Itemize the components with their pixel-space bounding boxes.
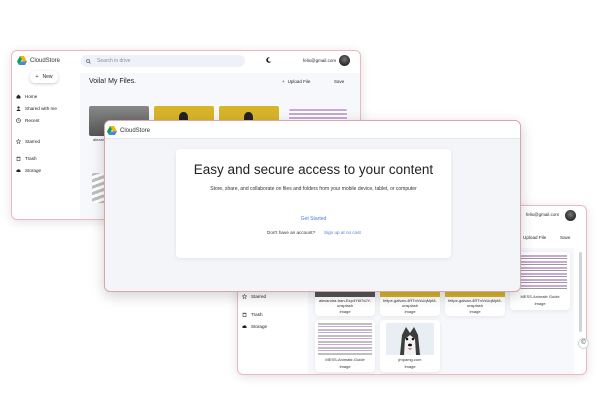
sidebar-item-trash[interactable]: Trash: [16, 156, 37, 161]
file-card[interactable]: jmpamg.com Image: [380, 320, 440, 372]
drive-logo-icon: [107, 126, 117, 135]
new-button-label: New: [42, 74, 53, 80]
app-name: CloudStore: [120, 127, 151, 134]
file-type: Image: [404, 364, 416, 369]
landing-window: CloudStore Easy and secure access to you…: [104, 120, 521, 292]
clock-icon: [16, 118, 21, 123]
hero-card: Easy and secure access to your content S…: [176, 149, 451, 258]
save-button[interactable]: Save: [560, 235, 570, 240]
app-name: CloudStore: [30, 57, 61, 64]
search-placeholder: Search in drive: [97, 58, 131, 64]
people-icon: [16, 106, 21, 111]
sidebar-item-label: Starred: [251, 294, 267, 299]
scrollbar[interactable]: [579, 252, 582, 332]
app-logo[interactable]: CloudStore: [17, 56, 60, 65]
cloud-icon: [242, 325, 247, 328]
sidebar-item-starred[interactable]: Starred: [242, 294, 266, 299]
sidebar-item-recent[interactable]: Recent: [16, 118, 40, 123]
user-email: felix@gmail.com: [526, 212, 560, 217]
file-type: Image: [469, 309, 481, 314]
star-icon: [16, 139, 21, 144]
landing-header: [105, 121, 520, 139]
file-type: Image: [339, 364, 351, 369]
avatar[interactable]: [565, 210, 576, 221]
file-type: Image: [339, 309, 351, 314]
search-icon: [86, 58, 91, 64]
drive-logo-icon: [17, 56, 27, 65]
no-account-text: Don't have an account?: [267, 230, 316, 235]
save-button[interactable]: Save: [334, 79, 344, 84]
plus-icon: +: [35, 74, 39, 80]
hero-subtext: Store, share, and collaborate on files a…: [210, 186, 417, 192]
new-button[interactable]: + New: [30, 71, 58, 83]
sidebar-item-label: Storage: [25, 168, 42, 173]
cloud-icon: [16, 169, 21, 172]
sidebar-item-home[interactable]: Home: [16, 94, 37, 99]
file-card[interactable]: MESS-Animatir-Guide Image: [315, 320, 375, 372]
file-name: alexandra-tran-Ezp4Y6t7dJY-unsplash: [318, 298, 372, 308]
file-name: jmpamg.com: [398, 357, 422, 362]
sidebar-item-label: Storage: [251, 324, 268, 329]
file-card[interactable]: alexandra-tran-Ezp4Y6t7dJY-unsplash Imag…: [315, 292, 375, 316]
sidebar-item-label: Shared with me: [25, 106, 57, 111]
star-icon: [242, 294, 247, 299]
sidebar-item-label: Starred: [25, 139, 41, 144]
sidebar-item-label: Recent: [25, 118, 40, 123]
sidebar-item-shared[interactable]: Shared with me: [16, 106, 57, 111]
upload-button[interactable]: + Upload File: [282, 79, 310, 84]
sidebar-item-label: Home: [25, 94, 38, 99]
sidebar-item-label: Trash: [251, 312, 263, 317]
app-logo[interactable]: CloudStore: [107, 126, 150, 135]
file-name: MESS-Animatir-Guide: [325, 357, 365, 362]
sidebar-item-storage[interactable]: Storage: [242, 324, 267, 329]
hero-heading: Easy and secure access to your content: [193, 162, 434, 177]
file-name: felipe-galvan-4RTnVsUqMpM-unsplash: [448, 298, 502, 308]
upload-label: Upload File: [287, 79, 311, 84]
avatar[interactable]: [339, 55, 350, 66]
help-icon[interactable]: ©: [578, 338, 589, 349]
get-started-wrap: Get Started: [176, 207, 451, 225]
sidebar-item-trash[interactable]: Trash: [242, 312, 263, 317]
file-type: Image: [404, 309, 416, 314]
upload-button[interactable]: Upload File: [523, 235, 546, 240]
file-name: felipe-galvan-4RTnVsUqMpM-unsplash: [383, 298, 437, 308]
page-title: Voila! My Files.: [89, 78, 137, 85]
plus-icon: +: [282, 79, 285, 84]
file-type: Image: [534, 301, 546, 306]
user-email: felix@gmail.com: [303, 58, 337, 63]
search-input[interactable]: Search in drive: [81, 55, 245, 67]
trash-icon: [242, 312, 247, 317]
file-card[interactable]: felipe-galvan-4RTnVsUqMpM-unsplash Image: [445, 292, 505, 316]
home-icon: [16, 94, 21, 99]
sidebar-item-starred[interactable]: Starred: [16, 139, 40, 144]
get-started-button[interactable]: Get Started: [295, 213, 333, 225]
file-card[interactable]: felipe-galvan-4RTnVsUqMpM-unsplash Image: [380, 292, 440, 316]
trash-icon: [16, 156, 21, 161]
file-name: MESS-Animatir Guide: [520, 294, 560, 299]
sidebar-item-label: Trash: [25, 156, 37, 161]
dark-mode-toggle-icon[interactable]: [266, 57, 272, 63]
dog-image: [386, 323, 434, 355]
signup-link[interactable]: Sign up at no cost: [324, 230, 361, 235]
sidebar-item-storage[interactable]: Storage: [16, 168, 41, 173]
